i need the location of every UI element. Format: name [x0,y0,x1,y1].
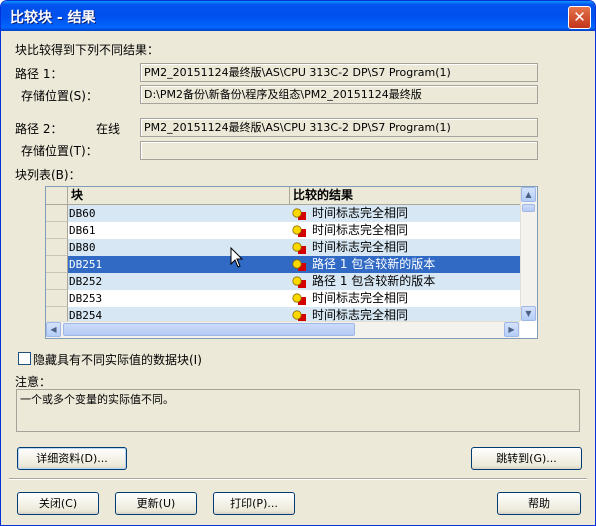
close-icon[interactable]: ✕ [568,6,591,29]
hide-data-blocks-label: 隐藏具有不同实际值的数据块(I) [33,353,202,367]
row-header[interactable] [46,290,68,307]
title-bar[interactable]: 比较块 - 结果 ✕ [1,1,595,31]
block-name: DB60 [69,207,96,220]
row-header[interactable] [46,256,68,273]
compare-result-text: 时间标志完全相同 [312,240,409,254]
compare-result: 路径 1 包含较新的版本 [290,256,520,273]
row-header[interactable] [46,205,68,222]
row-header[interactable] [46,222,68,239]
path2-storage-label: 存储位置(T)： [21,144,98,158]
scroll-right-icon[interactable]: ▶ [504,322,519,337]
block-name: DB253 [69,292,103,305]
scroll-down-icon[interactable]: ▼ [521,306,536,321]
print-button[interactable]: 打印(P)... [213,492,295,515]
scroll-up-icon[interactable]: ▲ [521,187,536,202]
block-list[interactable]: 块 比较的结果 DB60 时间标志完全相同 DB61 时间标志完全相同 DB80 时间标志… [45,186,538,339]
update-button[interactable]: 更新(U) [115,492,197,515]
compare-result-text: 时间标志完全相同 [312,223,409,237]
compare-result: 时间标志完全相同 [290,205,520,222]
close-button[interactable]: 关闭(C) [17,492,99,515]
compare-result: 时间标志完全相同 [290,239,520,256]
path1-storage-field: D:\PM2备份\新备份\程序及组态\PM2_20151124最终版 [140,85,538,104]
note-label: 注意： [15,375,52,389]
path2-storage-field [140,141,538,160]
compare-status-icon [292,208,306,220]
block-name: DB251 [69,258,103,271]
table-row[interactable]: DB61 时间标志完全相同 [46,222,520,239]
list-header: 块 比较的结果 [46,187,520,205]
vertical-scroll-thumb[interactable] [522,204,535,212]
path2-status: 在线 [96,122,121,136]
compare-result: 时间标志完全相同 [290,290,520,307]
column-header-block[interactable]: 块 [68,187,290,204]
hide-data-blocks-checkbox[interactable] [18,352,31,365]
vertical-scrollbar[interactable]: ▲ ▼ [520,187,537,321]
compare-status-icon [292,293,306,305]
compare-result-text: 路径 1 包含较新的版本 [312,274,436,288]
table-row[interactable]: DB253 时间标志完全相同 [46,290,520,307]
row-header[interactable] [46,273,68,290]
compare-result: 时间标志完全相同 [290,222,520,239]
compare-status-icon [292,259,306,271]
details-button[interactable]: 详细资料(D)... [17,447,127,470]
horizontal-scroll-thumb[interactable] [63,323,355,336]
table-row[interactable]: DB252 路径 1 包含较新的版本 [46,273,520,290]
compare-result: 路径 1 包含较新的版本 [290,273,520,290]
mouse-cursor-icon [230,247,244,268]
help-button[interactable]: 帮助 [497,492,581,515]
compare-status-icon [292,242,306,254]
result-header-text: 块比较得到下列不同结果： [15,43,160,57]
block-name: DB61 [69,224,96,237]
path1-storage-label: 存储位置(S)： [21,89,98,103]
block-list-label: 块列表(B)： [15,168,81,182]
compare-status-icon [292,276,306,288]
note-box: 一个或多个变量的实际值不同。 [16,389,580,432]
path1-field: PM2_20151124最终版\AS\CPU 313C-2 DP\S7 Prog… [140,63,538,82]
compare-result-text: 路径 1 包含较新的版本 [312,257,436,271]
compare-status-icon [292,225,306,237]
horizontal-scrollbar[interactable]: ◀ ▶ [46,321,520,338]
path1-label: 路径 1： [15,67,63,81]
path2-field: PM2_20151124最终版\AS\CPU 313C-2 DP\S7 Prog… [140,118,538,137]
table-row[interactable]: DB251 路径 1 包含较新的版本 [46,256,520,273]
compare-blocks-dialog: 比较块 - 结果 ✕ 块比较得到下列不同结果： 路径 1： PM2_201511… [0,0,596,526]
header-corner [46,187,68,204]
block-name: DB252 [69,275,103,288]
path2-label: 路径 2： [15,122,63,136]
compare-result-text: 时间标志完全相同 [312,206,409,220]
column-header-result[interactable]: 比较的结果 [290,187,520,204]
row-header[interactable] [46,239,68,256]
goto-button[interactable]: 跳转到(G)... [471,447,582,470]
scroll-left-icon[interactable]: ◀ [46,322,61,337]
table-row[interactable]: DB80 时间标志完全相同 [46,239,520,256]
table-row[interactable]: DB60 时间标志完全相同 [46,205,520,222]
compare-result-text: 时间标志完全相同 [312,291,409,305]
block-name: DB80 [69,241,96,254]
separator [9,478,587,480]
window-title: 比较块 - 结果 [10,10,96,26]
compare-result-text: 时间标志完全相同 [312,308,409,322]
